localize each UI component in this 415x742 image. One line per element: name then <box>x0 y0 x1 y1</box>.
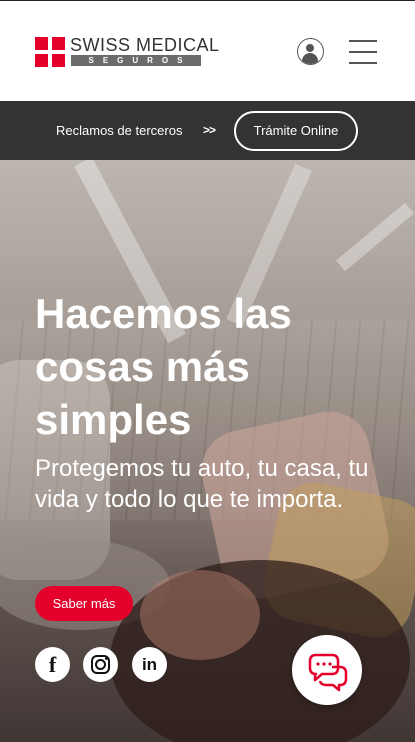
hamburger-menu-icon[interactable] <box>349 40 377 64</box>
hero-photo-chair <box>336 202 414 272</box>
hero-photo-face <box>140 570 260 660</box>
hero-title: Hacemos las cosas más simples <box>35 290 292 443</box>
logo-brand-sub: SEGUROS <box>71 55 201 66</box>
third-party-claims-link[interactable]: Reclamos de terceros <box>56 123 182 138</box>
chat-bubbles-icon[interactable] <box>292 635 362 705</box>
top-action-bar: Reclamos de terceros >> Trámite Online <box>0 101 415 160</box>
header: SWISS MEDICAL SEGUROS <box>0 0 415 101</box>
learn-more-button[interactable]: Saber más <box>35 586 133 621</box>
hero-banner: Hacemos las cosas más simples Protegemos… <box>0 160 415 742</box>
instagram-icon[interactable] <box>83 647 118 682</box>
linkedin-icon[interactable]: in <box>132 647 167 682</box>
double-arrow-icon[interactable]: >> <box>203 123 216 137</box>
logo-cross-icon <box>35 37 65 67</box>
online-procedure-button[interactable]: Trámite Online <box>234 111 358 151</box>
user-circle-icon[interactable] <box>297 38 324 65</box>
hero-subtitle: Protegemos tu auto, tu casa, tu vida y t… <box>35 455 369 513</box>
logo-brand-name: SWISS MEDICAL <box>70 35 220 55</box>
facebook-icon[interactable]: f <box>35 647 70 682</box>
